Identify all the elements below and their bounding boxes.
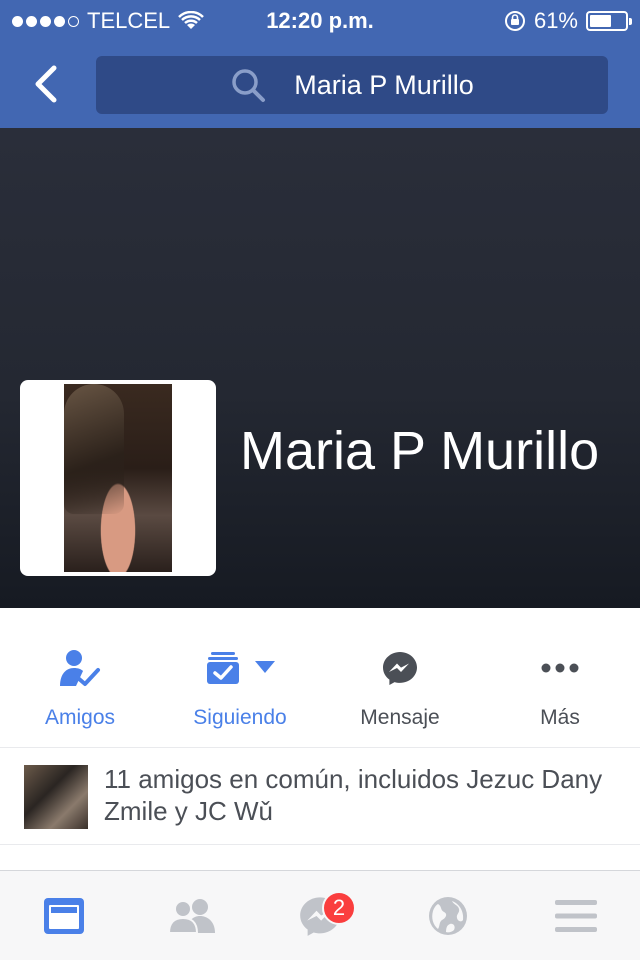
more-label: Más — [540, 706, 580, 729]
cover-photo[interactable]: Maria P Murillo — [0, 128, 640, 608]
profile-picture[interactable] — [20, 380, 216, 576]
battery-icon — [586, 11, 632, 31]
battery-group: 61% — [504, 8, 632, 34]
bottom-tab-bar: 2 — [0, 870, 640, 960]
tab-menu[interactable] — [512, 871, 640, 960]
status-bar: TELCEL 12:20 p.m. 61% — [0, 0, 640, 40]
top-nav-bar: Maria P Murillo — [0, 40, 640, 128]
following-label: Siguiendo — [193, 706, 287, 729]
mutual-friends-row[interactable]: 11 amigos en común, incluidos Jezuc Dany… — [0, 749, 640, 845]
tab-notifications[interactable] — [384, 871, 512, 960]
more-button[interactable]: Más — [480, 608, 640, 747]
following-icon — [207, 652, 239, 684]
battery-percent: 61% — [533, 8, 578, 33]
rotation-lock-icon — [504, 11, 525, 31]
tab-news-feed[interactable] — [0, 871, 128, 960]
messenger-icon — [383, 652, 417, 685]
search-icon — [232, 69, 266, 102]
mutual-friends-text: 11 amigos en común, incluidos Jezuc Dany… — [104, 764, 603, 826]
more-icon — [541, 663, 579, 673]
back-button[interactable] — [24, 58, 68, 110]
message-button[interactable]: Mensaje — [320, 608, 480, 747]
search-field[interactable]: Maria P Murillo — [96, 56, 608, 114]
profile-actions: Amigos Siguiendo Mensaje Más — [0, 608, 640, 748]
globe-icon — [429, 896, 467, 935]
mutual-friend-thumbnail — [24, 765, 88, 829]
tab-messenger[interactable]: 2 — [256, 871, 384, 960]
friends-button[interactable]: Amigos — [0, 608, 160, 747]
friends-icon — [167, 898, 215, 934]
profile-name: Maria P Murillo — [240, 421, 600, 481]
chevron-left-icon — [35, 65, 57, 103]
message-label: Mensaje — [360, 706, 440, 729]
friends-check-icon — [60, 650, 100, 686]
friends-label: Amigos — [44, 706, 116, 729]
search-query: Maria P Murillo — [294, 69, 474, 100]
chevron-down-icon[interactable] — [255, 661, 275, 675]
hamburger-menu-icon — [555, 899, 597, 932]
messenger-badge: 2 — [322, 891, 356, 925]
tab-friend-requests[interactable] — [128, 871, 256, 960]
following-button[interactable]: Siguiendo — [160, 608, 320, 747]
news-feed-icon — [44, 897, 84, 934]
